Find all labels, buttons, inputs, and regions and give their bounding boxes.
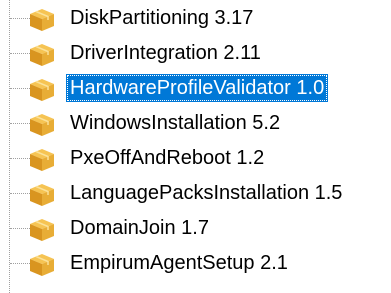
tree-item-label-selected: HardwareProfileValidator 1.0 [66,74,329,102]
tree-item-label: PxeOffAndReboot 1.2 [70,147,265,169]
tree-item-empirum-agent-setup[interactable]: EmpirumAgentSetup 2.1 [0,245,391,281]
tree-item-pxe-off-and-reboot[interactable]: PxeOffAndReboot 1.2 [0,140,391,176]
tree-item-label: DriverIntegration 2.11 [70,42,261,64]
tree-connector [10,228,30,229]
tree-connector [10,18,30,19]
tree-item-disk-partitioning[interactable]: DiskPartitioning 3.17 [0,0,391,36]
package-box-icon [30,114,54,136]
tree-connector [10,123,30,124]
package-box-icon [30,184,54,206]
tree-item-label: WindowsInstallation 5.2 [70,112,281,134]
tree-connector [10,193,30,194]
tree-item-label: DomainJoin 1.7 [70,217,209,239]
tree-item-label: LanguagePacksInstallation 1.5 [70,182,343,204]
tree-item-domain-join[interactable]: DomainJoin 1.7 [0,210,391,246]
tree-item-language-packs-installation[interactable]: LanguagePacksInstallation 1.5 [0,175,391,211]
tree-item-label: EmpirumAgentSetup 2.1 [70,252,288,274]
tree-connector [10,263,30,264]
tree-item-label: DiskPartitioning 3.17 [70,7,254,29]
tree-connector [10,53,30,54]
tree-item-windows-installation[interactable]: WindowsInstallation 5.2 [0,105,391,141]
package-box-icon [30,219,54,241]
package-tree: DiskPartitioning 3.17 DriverIntegration … [0,0,391,293]
package-box-icon [30,149,54,171]
tree-item-driver-integration[interactable]: DriverIntegration 2.11 [0,35,391,71]
package-box-icon [30,9,54,31]
tree-connector [10,88,30,89]
package-box-icon [30,44,54,66]
package-box-icon [30,254,54,276]
package-box-icon [30,79,54,101]
tree-item-hardware-profile-validator[interactable]: HardwareProfileValidator 1.0 [0,70,391,106]
tree-connector [10,158,30,159]
